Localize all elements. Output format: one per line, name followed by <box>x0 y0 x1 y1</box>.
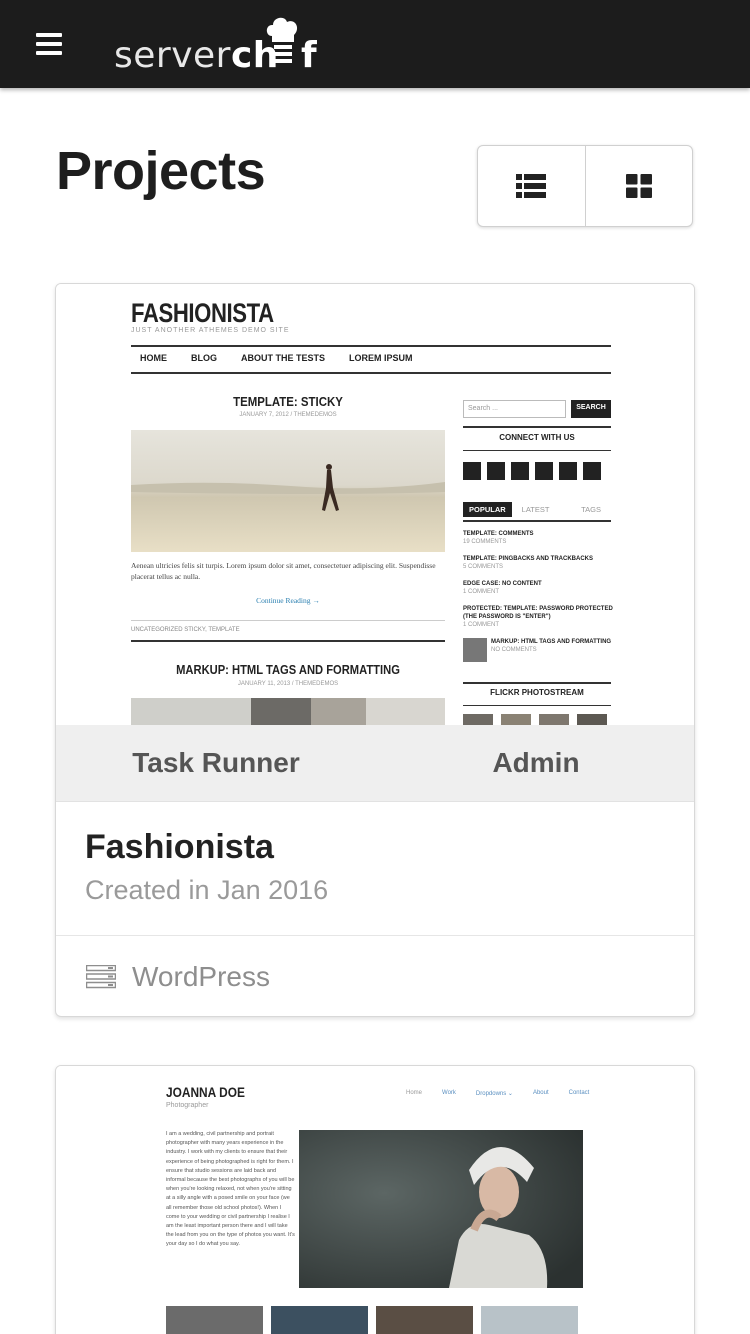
project-thumbnail[interactable]: FASHIONISTA JUST ANOTHER ATHEMES DEMO SI… <box>56 284 694 725</box>
preview-search-input: Search ... <box>463 400 566 418</box>
preview-nav-item: HOME <box>140 353 167 363</box>
preview-popular-list: TEMPLATE: COMMENTS 19 COMMENTS TEMPLATE:… <box>463 530 613 662</box>
preview-tagline: JUST ANOTHER ATHEMES DEMO SITE <box>131 327 290 334</box>
view-toggle <box>477 145 693 227</box>
preview-city-photo <box>131 698 445 725</box>
preview-social-icons <box>463 462 601 480</box>
preview-nav-item: About <box>532 1090 549 1096</box>
list-view-button[interactable] <box>478 146 585 226</box>
task-runner-button[interactable]: Task Runner <box>56 725 376 801</box>
preview-connect-heading: CONNECT WITH US <box>499 433 575 442</box>
server-stack-icon <box>86 965 116 989</box>
serverchef-logo[interactable]: server ch f <box>114 14 317 74</box>
preview-nav: HOME BLOG ABOUT THE TESTS LOREM IPSUM <box>140 353 413 363</box>
project-created-date: Created in Jan 2016 <box>85 875 329 905</box>
chef-hat-icon <box>266 17 298 63</box>
preview-nav-item: BLOG <box>191 353 217 363</box>
preview-post-tags: UNCATEGORIZED STICKY, TEMPLATE <box>131 627 240 633</box>
preview-search-button: SEARCH <box>571 400 611 418</box>
preview-nav-item: Dropdowns ⌄ <box>475 1091 513 1097</box>
preview-flickr-heading: FLICKR PHOTOSTREAM <box>490 688 584 697</box>
project-actions: Task Runner Admin <box>56 725 694 802</box>
preview-continue-link: Continue Reading → <box>256 596 320 605</box>
preview-nav: Home Work Dropdowns ⌄ About Contact <box>406 1090 589 1097</box>
project-info: Fashionista Created in Jan 2016 <box>56 802 694 936</box>
preview-flickr-thumbs <box>463 714 607 725</box>
hamburger-icon[interactable] <box>36 33 62 55</box>
top-bar: server ch f <box>0 0 750 88</box>
preview-tabs: POPULAR LATEST TAGS <box>463 502 611 517</box>
preview-intro-text: I am a wedding, civil partnership and po… <box>166 1131 295 1248</box>
list-view-icon <box>516 174 547 198</box>
logo-text-server: server <box>114 35 231 76</box>
preview-nav-item: Home <box>406 1090 423 1096</box>
preview-nav-item: Contact <box>568 1090 590 1096</box>
preview-post-date: JANUARY 7, 2012 / THEMEDEMOS <box>239 412 337 418</box>
grid-view-icon <box>625 174 652 198</box>
project-stack: WordPress <box>56 936 694 1016</box>
project-thumbnail[interactable]: JOANNA DOE Photographer Home Work Dropdo… <box>56 1066 694 1334</box>
page-title: Projects <box>56 141 266 201</box>
preview-nav-item: LOREM IPSUM <box>349 353 413 363</box>
project-name[interactable]: Fashionista <box>85 828 667 867</box>
preview-brand: JOANNA DOE <box>166 1084 245 1100</box>
preview-post-excerpt: Aenean ultricies felis sit turpis. Lorem… <box>131 561 436 581</box>
admin-button[interactable]: Admin <box>376 725 694 801</box>
preview-nav-item: Work <box>442 1090 456 1096</box>
preview-beach-photo <box>131 430 445 552</box>
project-card[interactable]: JOANNA DOE Photographer Home Work Dropdo… <box>55 1065 695 1334</box>
preview-brand: FASHIONISTA <box>131 298 274 328</box>
preview-post-title: TEMPLATE: STICKY <box>233 394 343 409</box>
preview-gallery-thumbs <box>166 1306 578 1334</box>
project-stack-label: WordPress <box>132 961 270 992</box>
grid-view-button[interactable] <box>584 146 693 226</box>
preview-portrait-photo <box>299 1130 583 1288</box>
project-card[interactable]: FASHIONISTA JUST ANOTHER ATHEMES DEMO SI… <box>55 283 695 1017</box>
preview-post-title: MARKUP: HTML TAGS AND FORMATTING <box>176 662 400 677</box>
preview-nav-item: ABOUT THE TESTS <box>241 353 326 363</box>
logo-text-f: f <box>300 35 318 76</box>
preview-post-date: JANUARY 11, 2013 / THEMEDEMOS <box>237 681 339 687</box>
preview-tagline: Photographer <box>166 1102 209 1109</box>
